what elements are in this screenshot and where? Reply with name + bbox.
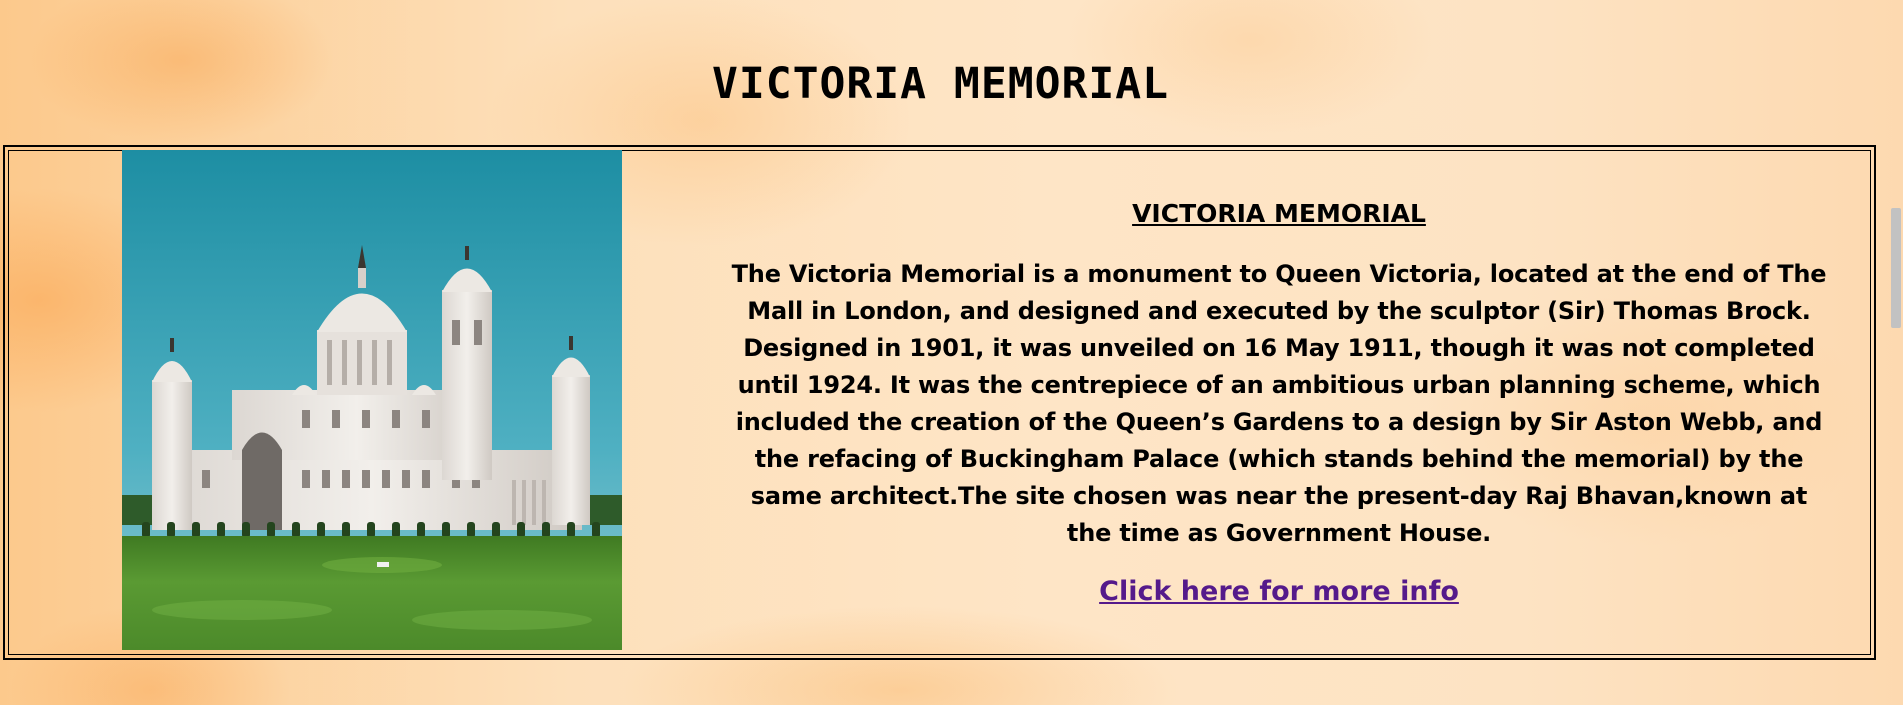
memorial-info: VICTORIA MEMORIAL The Victoria Memorial … (726, 196, 1832, 610)
scrollbar-thumb[interactable] (1891, 208, 1901, 328)
card-description: The Victoria Memorial is a monument to Q… (731, 260, 1827, 547)
memorial-photo-image (122, 150, 622, 650)
memorial-photo (122, 150, 622, 650)
page-title: VICTORIA MEMORIAL (711, 59, 1170, 109)
page-scrollbar[interactable] (1888, 0, 1903, 705)
more-info-link[interactable]: Click here for more info (1099, 576, 1459, 607)
card-heading: VICTORIA MEMORIAL (1132, 199, 1426, 228)
